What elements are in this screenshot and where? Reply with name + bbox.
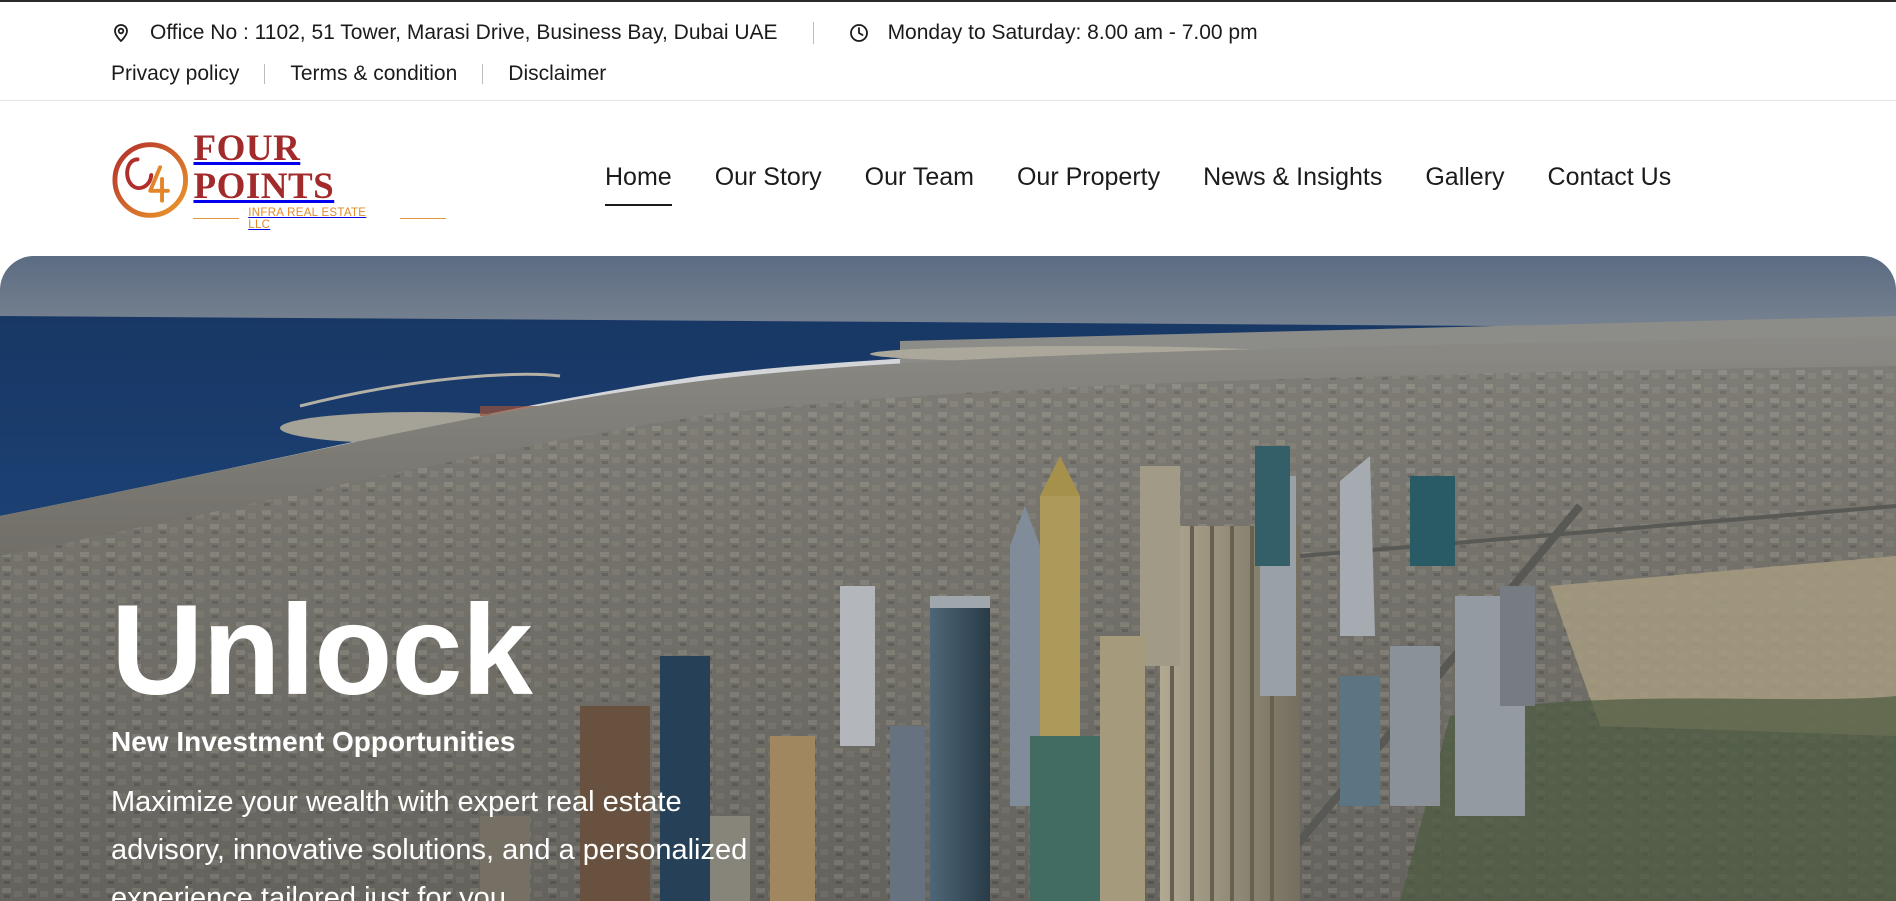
hours-info: Monday to Saturday: 8.00 am - 7.00 pm [849,21,1258,45]
legal-links: Privacy policy Terms & condition Disclai… [111,59,606,89]
logo-text: FOUR POINTS INFRA REAL ESTATE LLC [193,127,446,231]
top-info-bar: Office No : 1102, 51 Tower, Marasi Drive… [0,2,1896,101]
nav-home[interactable]: Home [605,163,672,206]
disclaimer-link[interactable]: Disclaimer [508,62,606,86]
link-divider [264,64,266,84]
hero-banner: Unlock New Investment Opportunities Maxi… [0,256,1896,901]
info-divider [812,22,814,44]
main-navigation: Home Our Story Our Team Our Property New… [605,161,1672,206]
hero-subtitle: New Investment Opportunities [111,726,516,757]
logo-line [400,218,446,219]
nav-contact-us[interactable]: Contact Us [1548,163,1672,196]
office-hours: Monday to Saturday: 8.00 am - 7.00 pm [887,21,1258,44]
brand-subtitle-row: INFRA REAL ESTATE LLC [193,207,446,231]
address-info: Office No : 1102, 51 Tower, Marasi Drive… [111,21,778,45]
brand-subtitle: INFRA REAL ESTATE LLC [248,206,367,231]
terms-condition-link[interactable]: Terms & condition [290,62,457,86]
nav-our-team[interactable]: Our Team [865,163,974,196]
contact-info-row: Office No : 1102, 51 Tower, Marasi Drive… [111,18,1258,48]
clock-icon [849,23,869,43]
link-divider [482,64,484,84]
brand-logo[interactable]: FOUR POINTS INFRA REAL ESTATE LLC [111,129,446,231]
logo-line [193,218,240,219]
nav-news-insights[interactable]: News & Insights [1203,163,1382,196]
site-header: FOUR POINTS INFRA REAL ESTATE LLC Home O… [0,101,1896,256]
logo-mark-icon [112,142,189,218]
nav-gallery[interactable]: Gallery [1425,163,1504,196]
hero-title: Unlock [111,579,533,722]
brand-name: FOUR POINTS [193,127,335,207]
nav-our-story[interactable]: Our Story [715,163,822,196]
hero-description: Maximize your wealth with expert real es… [111,786,748,901]
privacy-policy-link[interactable]: Privacy policy [111,62,239,86]
location-pin-icon [111,23,131,43]
office-address: Office No : 1102, 51 Tower, Marasi Drive… [150,21,778,44]
nav-our-property[interactable]: Our Property [1017,163,1160,196]
